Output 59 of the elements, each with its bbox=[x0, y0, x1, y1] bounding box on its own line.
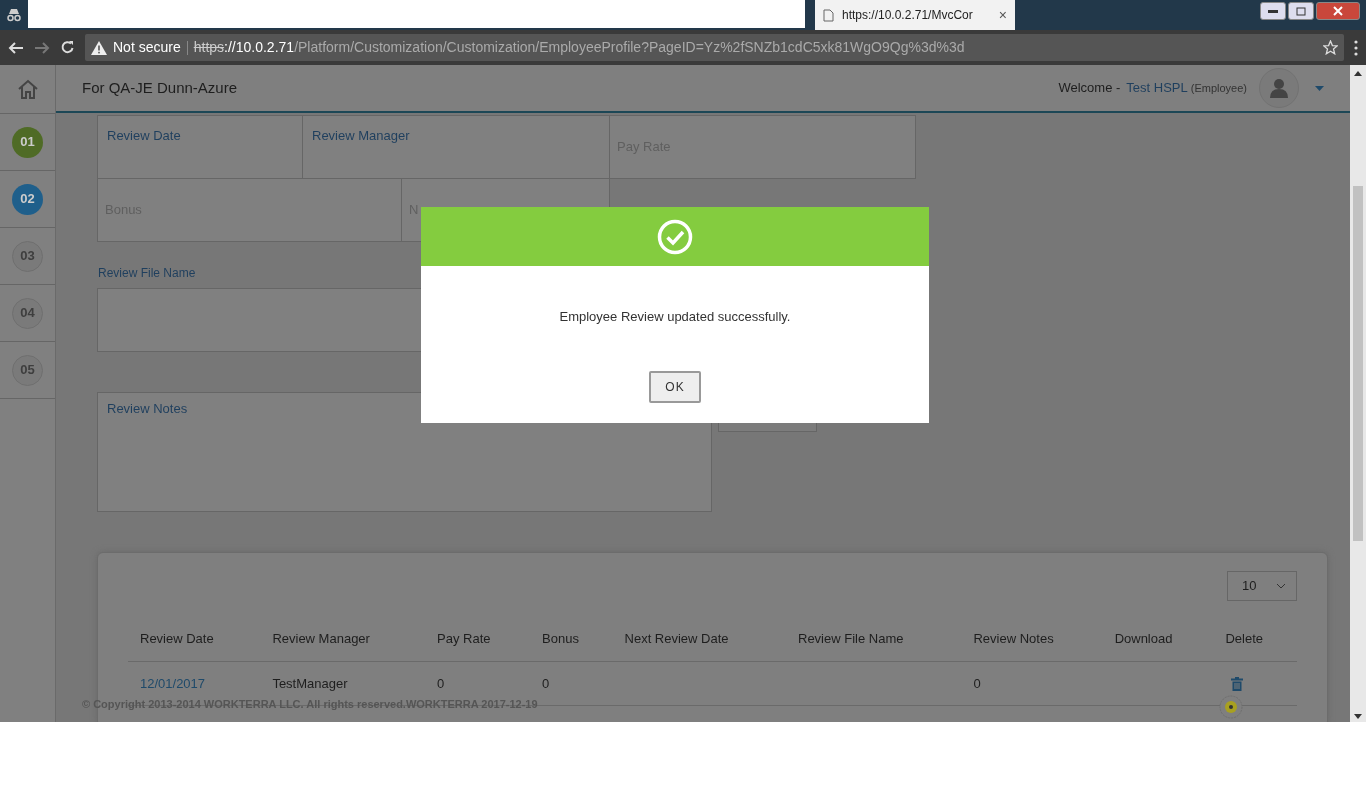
maximize-icon bbox=[1296, 6, 1306, 16]
column-header: Pay Rate bbox=[425, 621, 531, 661]
dialog-message: Employee Review updated successfully. bbox=[559, 308, 791, 326]
page-icon bbox=[823, 8, 834, 22]
trash-icon[interactable] bbox=[1231, 677, 1244, 692]
maximize-button[interactable] bbox=[1288, 2, 1314, 20]
avatar[interactable] bbox=[1259, 68, 1299, 108]
warning-icon bbox=[91, 40, 107, 55]
help-icon[interactable] bbox=[1219, 695, 1243, 719]
column-header: Review File Name bbox=[786, 621, 962, 661]
scroll-down-icon[interactable] bbox=[1354, 714, 1362, 719]
scroll-up-icon[interactable] bbox=[1354, 71, 1362, 76]
step-number[interactable]: 02 bbox=[12, 183, 43, 215]
security-label: Not secure bbox=[113, 38, 181, 57]
incognito-icon bbox=[6, 8, 22, 22]
step-number[interactable]: 05 bbox=[12, 354, 43, 386]
column-header: Review Date bbox=[128, 621, 261, 661]
date-link[interactable]: 12/01/2017 bbox=[140, 675, 206, 691]
minimize-button[interactable] bbox=[1260, 2, 1286, 20]
column-header: Bonus bbox=[530, 621, 613, 661]
minimize-icon bbox=[1268, 9, 1278, 13]
close-icon bbox=[1333, 6, 1343, 16]
tab-title: https://10.0.2.71/MvcCor bbox=[842, 7, 973, 24]
column-header: Review Notes bbox=[961, 621, 1103, 661]
close-tab-button[interactable]: × bbox=[998, 4, 1007, 26]
caret-icon[interactable] bbox=[1315, 85, 1324, 91]
table-cell: 0 bbox=[437, 675, 445, 691]
step-number[interactable]: 04 bbox=[12, 297, 43, 329]
user-name-link[interactable]: Test HSPL bbox=[1126, 78, 1188, 98]
close-window-button[interactable] bbox=[1316, 2, 1360, 20]
url-text: https://10.0.2.71/Platform/Customization/Customization/EmployeeProfile?PageID=Yz%2fSNZb1cdC5xk81WgO9Qg%3d%3d bbox=[193, 38, 965, 57]
user-role: (Employee) bbox=[1190, 80, 1247, 96]
column-header: Download bbox=[1102, 621, 1214, 661]
chevron-down-icon bbox=[1276, 583, 1286, 589]
home-icon[interactable] bbox=[16, 78, 39, 100]
forward-button[interactable] bbox=[34, 40, 50, 55]
welcome-text: Welcome - bbox=[1058, 79, 1121, 98]
column-header: Delete bbox=[1213, 621, 1297, 661]
labeled-field[interactable]: Review Manager bbox=[302, 115, 610, 179]
bookmark-star-icon[interactable] bbox=[1323, 40, 1338, 55]
table-cell: 0 bbox=[542, 675, 550, 691]
ok-button[interactable]: OK bbox=[649, 370, 701, 403]
column-header: Review Manager bbox=[260, 621, 426, 661]
field-label: Review File Name bbox=[98, 265, 197, 282]
step-number[interactable]: 03 bbox=[12, 240, 43, 272]
page-size-select[interactable]: 10 bbox=[1227, 571, 1297, 601]
table-cell: 0 bbox=[973, 675, 981, 691]
table-cell: TestManager bbox=[272, 675, 348, 691]
back-button[interactable] bbox=[8, 40, 24, 55]
step-number[interactable]: 01 bbox=[12, 126, 43, 158]
browser-tab[interactable]: https://10.0.2.71/MvcCor × bbox=[815, 0, 1015, 30]
menu-icon[interactable] bbox=[1354, 39, 1358, 56]
labeled-field[interactable]: Review Date bbox=[97, 115, 303, 179]
page-title: For QA-JE Dunn-Azure bbox=[82, 77, 238, 98]
check-circle-icon bbox=[657, 218, 693, 255]
scrollbar[interactable] bbox=[1350, 65, 1366, 722]
column-header: Next Review Date bbox=[612, 621, 786, 661]
reload-button[interactable] bbox=[60, 40, 75, 55]
address-bar[interactable]: Not secure https://10.0.2.71/Platform/Customization/Customization/EmployeeProfile?PageID=Yz%2fSNZb1cdC5xk81WgO9Qg%3d%3d bbox=[85, 34, 1344, 61]
